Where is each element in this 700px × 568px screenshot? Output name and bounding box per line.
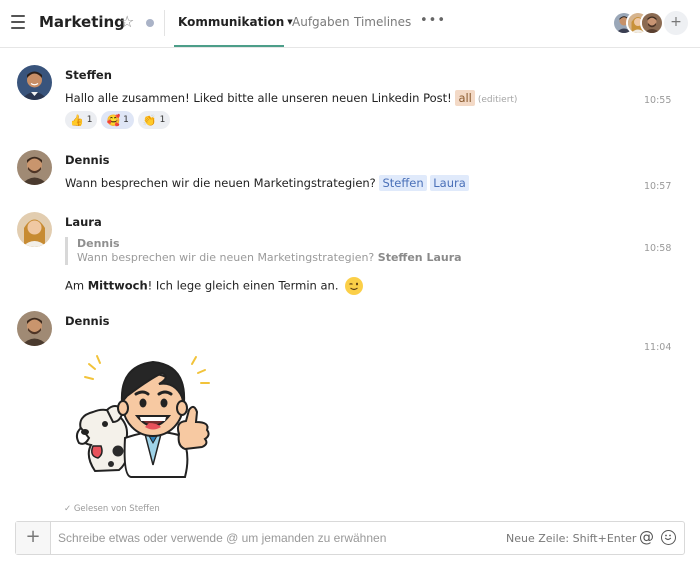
message-composer: + Neue Zeile: Shift+Enter @ <box>15 521 685 555</box>
active-tab-indicator <box>174 45 284 47</box>
status-dot <box>146 19 154 27</box>
message-text: Wann besprechen wir die neuen Marketings… <box>65 175 469 191</box>
thumbs-up-sticker[interactable] <box>73 350 218 478</box>
read-receipt-text: Gelesen von Steffen <box>73 504 160 514</box>
mention-all[interactable]: all <box>455 90 475 106</box>
message-body-end: ! Ich lege gleich einen Termin an. <box>147 278 339 293</box>
message-bold: Mittwoch <box>87 278 148 293</box>
winking-face-icon <box>345 277 364 295</box>
avatar-laura[interactable] <box>17 212 52 247</box>
menu-icon[interactable] <box>11 15 25 29</box>
message-body: Wann besprechen wir die neuen Marketings… <box>65 176 376 190</box>
add-member-button[interactable]: + <box>664 11 688 35</box>
quote-body: Wann besprechen wir die neuen Marketings… <box>77 251 375 264</box>
reactions-row: 👍 1 🥰 1 👏 1 <box>65 111 171 129</box>
reaction-count: 1 <box>159 115 166 125</box>
read-receipt: ✓ Gelesen von Steffen <box>64 504 160 514</box>
channel-header: Marketing ☆ Kommunikation ▼ Aufgaben Time… <box>0 0 700 48</box>
tab-timelines[interactable]: Timelines <box>354 15 411 29</box>
tab-label: Kommunikation <box>178 15 285 29</box>
tab-kommunikation[interactable]: Kommunikation ▼ <box>178 15 293 29</box>
emoji-picker-icon[interactable] <box>661 530 676 545</box>
reaction-count: 1 <box>123 115 129 125</box>
thumbs-up-icon: 👍 <box>70 113 84 127</box>
message-time: 10:55 <box>644 95 672 106</box>
quoted-message[interactable]: Dennis Wann besprechen wir die neuen Mar… <box>65 237 462 265</box>
reaction-count: 1 <box>86 115 93 125</box>
message-time: 11:04 <box>644 342 672 353</box>
edited-label: (editiert) <box>477 95 518 105</box>
tab-aufgaben[interactable]: Aufgaben <box>292 15 350 29</box>
avatar-dennis[interactable] <box>17 311 52 346</box>
message-time: 10:58 <box>644 243 672 254</box>
message-author[interactable]: Dennis <box>65 153 110 167</box>
mention-steffen[interactable]: Steffen <box>379 175 427 191</box>
member-avatar[interactable] <box>640 11 664 35</box>
header-divider <box>164 10 165 36</box>
mention-at-icon[interactable]: @ <box>639 528 654 546</box>
quote-text: Wann besprechen wir die neuen Marketings… <box>77 251 462 265</box>
reaction-clapping[interactable]: 👏 1 <box>137 111 171 129</box>
quote-author: Dennis <box>77 237 120 250</box>
reaction-thumbs-up[interactable]: 👍 1 <box>65 111 98 129</box>
avatar-steffen[interactable] <box>17 65 52 100</box>
message-text: Am Mittwoch! Ich lege gleich einen Termi… <box>65 277 364 295</box>
attach-plus-icon[interactable]: + <box>16 522 51 554</box>
message-author[interactable]: Laura <box>65 215 102 229</box>
message-input[interactable] <box>58 529 498 547</box>
message-time: 10:57 <box>644 181 672 192</box>
message-body: Hallo alle zusammen! Liked bitte alle un… <box>65 91 452 105</box>
message-body-start: Am <box>65 278 85 293</box>
star-icon[interactable]: ☆ <box>120 12 134 31</box>
quote-mentions: Steffen Laura <box>377 251 462 264</box>
message-author[interactable]: Steffen <box>65 68 112 82</box>
mention-laura[interactable]: Laura <box>430 175 469 191</box>
more-horizontal-icon[interactable]: ••• <box>420 13 446 28</box>
newline-hint: Neue Zeile: Shift+Enter <box>506 532 637 545</box>
message-author[interactable]: Dennis <box>65 314 110 328</box>
message-text: Hallo alle zusammen! Liked bitte alle un… <box>65 90 518 106</box>
smiling-face-with-hearts-icon: 🥰 <box>106 113 121 127</box>
avatar-dennis[interactable] <box>17 150 52 185</box>
reaction-smiling-hearts[interactable]: 🥰 1 <box>101 111 134 129</box>
channel-title: Marketing <box>39 13 125 31</box>
clapping-hands-icon: 👏 <box>142 113 157 127</box>
